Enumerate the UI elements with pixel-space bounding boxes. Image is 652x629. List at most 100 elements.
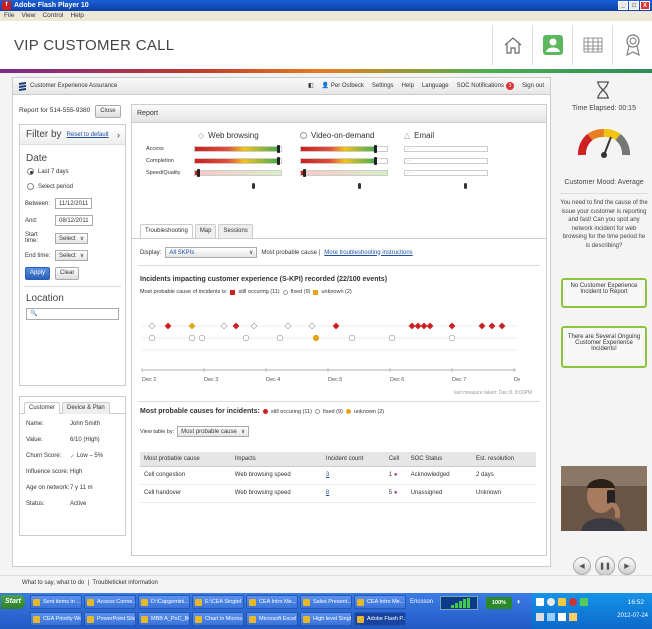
tab-troubleshooting[interactable]: Troubleshooting bbox=[140, 224, 193, 238]
agent-icon[interactable] bbox=[532, 25, 572, 65]
taskbar-item[interactable]: CEA Intro Me... bbox=[246, 595, 298, 609]
taskbar-item[interactable]: Sent items in ... bbox=[30, 595, 82, 609]
award-icon[interactable] bbox=[612, 25, 652, 65]
taskbar-item[interactable]: MBB A_PoC_BC... bbox=[138, 612, 190, 626]
chevron-right-icon[interactable]: › bbox=[117, 130, 120, 140]
nav-language[interactable]: Language bbox=[422, 78, 449, 95]
taskbar-item[interactable]: Access Conne... bbox=[84, 595, 136, 609]
several-incidents-option[interactable]: There are Several Ongoing Customer Exper… bbox=[561, 326, 647, 368]
customer-row: Churn Score: ✓ Low – 5% bbox=[26, 453, 125, 462]
nav-soc-notifications[interactable]: SOC Notifications 3 bbox=[457, 78, 514, 95]
grid-icon[interactable] bbox=[572, 25, 612, 65]
tray-icon[interactable] bbox=[547, 598, 555, 606]
tab-device-plan[interactable]: Device & Plan bbox=[62, 402, 110, 414]
unknown-radio-icon[interactable] bbox=[345, 409, 351, 414]
start-time-select[interactable]: Select ∨ bbox=[55, 232, 89, 244]
menu-view[interactable]: View bbox=[21, 11, 35, 21]
taskbar-item[interactable]: PowerPoint Slid... bbox=[84, 612, 136, 626]
col-soc[interactable]: SOC Status bbox=[406, 452, 473, 467]
tray-icon[interactable] bbox=[580, 598, 588, 606]
service-web[interactable]: ◇ Web browsing bbox=[198, 131, 259, 140]
tray-icon[interactable] bbox=[569, 613, 577, 621]
tab-sessions[interactable]: Sessions bbox=[218, 224, 253, 238]
nav-help[interactable]: Help bbox=[402, 78, 414, 95]
end-time-select[interactable]: Select ∨ bbox=[55, 250, 89, 261]
prev-icon[interactable]: ◀ bbox=[573, 557, 591, 575]
connection-icon[interactable]: ◖ bbox=[516, 597, 521, 606]
no-incident-option[interactable]: No Customer Experience Incident to Repor… bbox=[561, 278, 647, 308]
nav-settings[interactable]: Settings bbox=[372, 78, 394, 95]
map-pin-icon[interactable]: ● bbox=[394, 490, 398, 496]
instructions-link[interactable]: More troubleshooting instructions bbox=[324, 250, 412, 256]
taskbar-item[interactable]: Sales Present... bbox=[300, 595, 352, 609]
service-email[interactable]: △ Email bbox=[404, 131, 434, 140]
view-by-select[interactable]: Most probable cause ∨ bbox=[177, 426, 250, 437]
start-button[interactable]: Start bbox=[1, 595, 25, 609]
window-title: Adobe Flash Player 10 bbox=[14, 2, 89, 9]
tray-icon[interactable] bbox=[569, 598, 577, 606]
tab-customer[interactable]: Customer bbox=[24, 402, 61, 414]
display-select[interactable]: All SKPIs ∨ bbox=[165, 247, 258, 258]
kpi-bar-web bbox=[194, 146, 282, 152]
taskbar-item[interactable]: CEA Priority Wo... bbox=[30, 612, 82, 626]
menu-control[interactable]: Control bbox=[42, 11, 63, 21]
apply-button[interactable]: Apply bbox=[25, 267, 51, 280]
map-pin-icon[interactable]: ● bbox=[394, 472, 398, 478]
troubleticket-link[interactable]: Troubleticket information bbox=[92, 580, 157, 586]
taskbar-item[interactable]: CEA Intro Me... bbox=[354, 595, 406, 609]
col-count[interactable]: Incident count bbox=[321, 452, 385, 467]
tray-icon[interactable] bbox=[558, 613, 566, 621]
minimize-button[interactable]: _ bbox=[618, 1, 628, 10]
incident-count-link[interactable]: 3 bbox=[326, 472, 329, 478]
collapse-icon[interactable]: ◧ bbox=[308, 78, 314, 95]
what-to-say-link[interactable]: What to say, what to do bbox=[22, 580, 84, 586]
taskbar-item[interactable]: High level Singt... bbox=[300, 612, 352, 626]
cell-soc: Acknowledged bbox=[406, 466, 473, 485]
select-period-radio[interactable]: Select period bbox=[27, 183, 125, 190]
legend-unknown: unknown (2) bbox=[321, 289, 352, 295]
col-cause[interactable]: Most probable cause bbox=[140, 452, 231, 467]
row-value: 6/10 (High) bbox=[70, 437, 100, 443]
menu-file[interactable]: File bbox=[4, 11, 14, 21]
taskbar-item[interactable]: E:\CEA Singtel bbox=[192, 595, 244, 609]
taskbar-item[interactable]: Chart in Micros... bbox=[192, 612, 244, 626]
service-video[interactable]: Video-on-demand bbox=[300, 131, 374, 140]
report-title: Report bbox=[132, 105, 546, 123]
still-radio-icon[interactable] bbox=[262, 409, 268, 414]
reset-default-link[interactable]: Reset to default bbox=[67, 132, 109, 138]
close-window-button[interactable]: X bbox=[640, 1, 650, 10]
tray-icon[interactable] bbox=[536, 598, 544, 606]
maximize-button[interactable]: □ bbox=[629, 1, 639, 10]
flash-icon: f bbox=[2, 1, 11, 10]
table-row[interactable]: Cell handover Web browsing speed 8 5 ● U… bbox=[140, 484, 536, 503]
table-row[interactable]: Cell congestion Web browsing speed 3 1 ●… bbox=[140, 466, 536, 485]
close-report-button[interactable]: Close bbox=[95, 104, 121, 118]
col-impacts[interactable]: Impacts bbox=[230, 452, 322, 467]
pause-icon[interactable]: ❚❚ bbox=[595, 556, 615, 576]
kpi-marker-icon bbox=[197, 169, 201, 177]
tray-icon[interactable] bbox=[536, 613, 544, 621]
fixed-radio-icon[interactable] bbox=[314, 409, 320, 414]
user-menu[interactable]: 👤 Per Ostbeck bbox=[322, 78, 364, 95]
next-icon[interactable]: ▶ bbox=[618, 557, 636, 575]
taskbar-item[interactable]: Adobe Flash P... bbox=[354, 612, 406, 626]
tray-icon[interactable] bbox=[558, 598, 566, 606]
taskbar-item[interactable]: D:\Capgemini... bbox=[138, 595, 190, 609]
signout-link[interactable]: Sign out bbox=[522, 78, 544, 95]
last7-radio[interactable]: Last 7 days bbox=[27, 168, 125, 175]
incident-count-link[interactable]: 8 bbox=[326, 490, 329, 496]
taskbar-item[interactable]: Microsoft Excel ... bbox=[246, 612, 298, 626]
clear-button[interactable]: Clear bbox=[55, 267, 80, 280]
menu-help[interactable]: Help bbox=[70, 11, 83, 21]
home-icon[interactable] bbox=[492, 25, 532, 65]
tab-map[interactable]: Map bbox=[194, 224, 217, 238]
tray-icon[interactable] bbox=[547, 613, 555, 621]
signal-icon[interactable] bbox=[440, 596, 478, 610]
report-for-label: Report for 514-555-9380 bbox=[19, 107, 91, 114]
col-resolution[interactable]: Est. resolution bbox=[472, 452, 536, 467]
between-date-field[interactable]: 11/12/2011 bbox=[55, 198, 93, 209]
location-search-input[interactable]: 🔍 bbox=[26, 308, 119, 320]
col-cell[interactable]: Cell bbox=[384, 452, 407, 467]
and-date-field[interactable]: 08/12/2011 bbox=[55, 215, 93, 226]
triangle-icon: △ bbox=[404, 131, 411, 140]
